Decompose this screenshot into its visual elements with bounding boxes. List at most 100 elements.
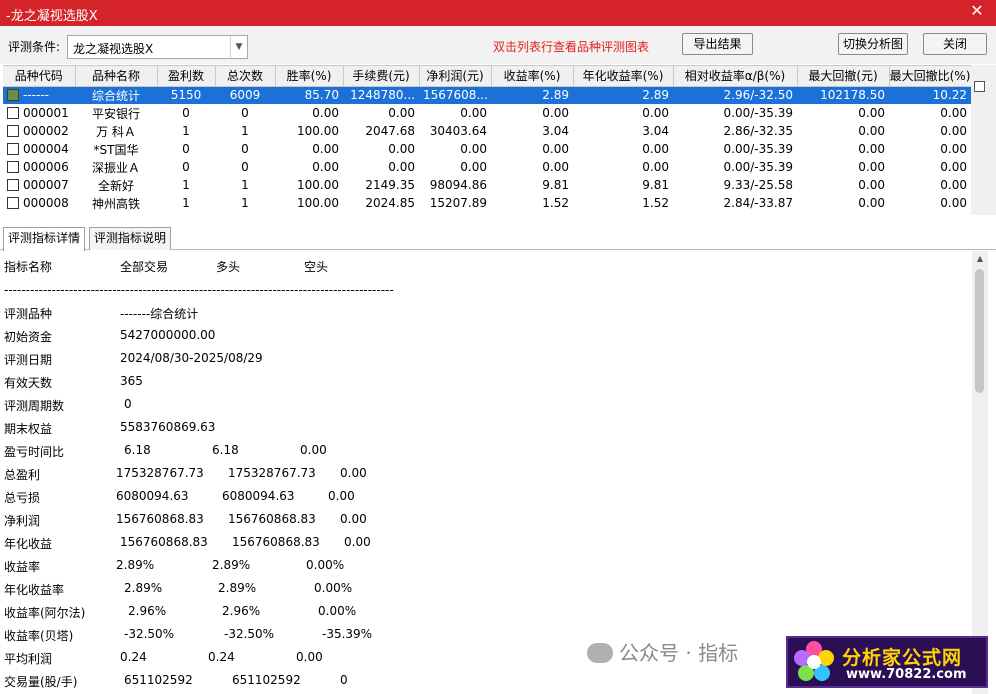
criteria-select-value: 龙之凝视选股X bbox=[73, 42, 154, 56]
cell-return: 0.00 bbox=[542, 142, 569, 156]
cell-max-drawdown: 0.00 bbox=[858, 160, 885, 174]
cell-annual-return: 1.52 bbox=[642, 196, 669, 210]
tab-indicator-explanation[interactable]: 评测指标说明 bbox=[89, 227, 172, 250]
column-header[interactable]: 总次数 bbox=[215, 66, 276, 87]
table-row[interactable]: 000007 全新好 1 1 100.00 2149.35 98094.86 9… bbox=[3, 176, 971, 194]
logo-title: 分析家公式网 bbox=[842, 647, 963, 669]
detail-row-value: 6080094.63 bbox=[116, 489, 189, 503]
detail-row-value: 6.18 bbox=[212, 443, 239, 457]
detail-row-label: 交易量(股/手) bbox=[4, 675, 78, 689]
column-header[interactable]: 盈利数 bbox=[157, 66, 216, 87]
column-header[interactable]: 品种名称 bbox=[75, 66, 158, 87]
window-title: -龙之凝视选股X bbox=[6, 9, 98, 24]
table-row-selected[interactable]: ------ 综合统计 5150 6009 85.70 1248780... 1… bbox=[3, 86, 971, 104]
detail-row-label: 盈亏时间比 bbox=[4, 445, 65, 459]
cell-max-drawdown-ratio: 0.00 bbox=[940, 142, 967, 156]
cell-code: 000008 bbox=[23, 196, 69, 210]
column-header[interactable]: 品种代码 bbox=[3, 66, 76, 87]
table-row[interactable]: 000001 平安银行 0 0 0.00 0.00 0.00 0.00 0.00… bbox=[3, 104, 971, 122]
cell-fee: 2024.85 bbox=[365, 196, 415, 210]
cell-code: 000004 bbox=[23, 142, 69, 156]
flower-logo-icon bbox=[794, 641, 834, 681]
detail-row-label: 期末权益 bbox=[4, 422, 53, 436]
cell-winrate: 100.00 bbox=[297, 196, 339, 210]
cell-profit: 30403.64 bbox=[429, 124, 487, 138]
cell-name: *ST国华 bbox=[93, 142, 139, 157]
cell-total: 1 bbox=[241, 124, 249, 138]
detail-scrollbar[interactable]: ▲ bbox=[972, 251, 988, 694]
criteria-select[interactable]: 龙之凝视选股X ▼ bbox=[67, 35, 248, 59]
wechat-watermark-text: 公众号 · 指标 bbox=[619, 641, 739, 665]
window-close-icon[interactable]: ✕ bbox=[968, 2, 986, 20]
detail-row-value: 156760868.83 bbox=[116, 512, 204, 526]
cell-code: 000007 bbox=[23, 178, 69, 192]
table-header-row: 品种代码 品种名称 盈利数 总次数 胜率(%) 手续费(元) 净利润(元) 收益… bbox=[3, 66, 971, 87]
cell-alpha-beta: 0.00/-35.39 bbox=[723, 106, 793, 120]
scroll-up-icon[interactable]: ▲ bbox=[972, 254, 988, 263]
cell-code: 000001 bbox=[23, 106, 69, 120]
results-table[interactable]: 品种代码 品种名称 盈利数 总次数 胜率(%) 手续费(元) 净利润(元) 收益… bbox=[3, 65, 971, 215]
cell-name: 万 科Ａ bbox=[96, 124, 136, 139]
switch-chart-button[interactable]: 切换分析图 bbox=[838, 33, 908, 55]
cell-profit: 0.00 bbox=[460, 160, 487, 174]
column-header[interactable]: 年化收益率(%) bbox=[573, 66, 674, 87]
cell-name: 全新好 bbox=[97, 178, 134, 193]
cell-total: 0 bbox=[241, 106, 249, 120]
detail-row-label: 评测日期 bbox=[4, 353, 53, 367]
column-header[interactable]: 相对收益率α/β(%) bbox=[673, 66, 798, 87]
tab-indicator-details[interactable]: 评测指标详情 bbox=[3, 227, 86, 251]
column-header[interactable]: 净利润(元) bbox=[419, 66, 492, 87]
detail-row-value: 156760868.83 bbox=[232, 535, 320, 549]
chevron-down-icon[interactable]: ▼ bbox=[230, 36, 247, 58]
cell-profit: 0.00 bbox=[460, 106, 487, 120]
cell-code: 000002 bbox=[23, 124, 69, 138]
cell-wins: 5150 bbox=[157, 86, 215, 104]
detail-row-label: 有效天数 bbox=[4, 376, 53, 390]
column-header[interactable]: 最大回撤比(%) bbox=[889, 66, 971, 87]
logo-url: www.70822.com bbox=[846, 667, 967, 682]
table-row[interactable]: 000006 深振业Ａ 0 0 0.00 0.00 0.00 0.00 0.00… bbox=[3, 158, 971, 176]
detail-separator: ----------------------------------------… bbox=[4, 283, 394, 297]
grid-side-panel bbox=[971, 65, 996, 215]
export-results-button[interactable]: 导出结果 bbox=[682, 33, 753, 55]
detail-header-all: 全部交易 bbox=[120, 260, 169, 274]
cell-max-drawdown-ratio: 0.00 bbox=[940, 160, 967, 174]
cell-annual-return: 0.00 bbox=[642, 160, 669, 174]
cell-total: 1 bbox=[241, 178, 249, 192]
detail-row-value: -32.50% bbox=[124, 627, 175, 641]
cell-annual-return: 3.04 bbox=[642, 124, 669, 138]
detail-row-value: -35.39% bbox=[322, 627, 373, 641]
cell-annual-return: 0.00 bbox=[642, 142, 669, 156]
table-row[interactable]: 000004 *ST国华 0 0 0.00 0.00 0.00 0.00 0.0… bbox=[3, 140, 971, 158]
detail-row-value: 6.18 bbox=[124, 443, 151, 457]
cell-wins: 1 bbox=[182, 196, 190, 210]
cell-profit: 15207.89 bbox=[429, 196, 487, 210]
cell-profit: 0.00 bbox=[460, 142, 487, 156]
document-icon bbox=[7, 125, 19, 137]
detail-row-value: 0.00% bbox=[314, 581, 353, 595]
cell-total: 1 bbox=[241, 196, 249, 210]
cell-max-drawdown: 0.00 bbox=[858, 142, 885, 156]
column-header[interactable]: 手续费(元) bbox=[343, 66, 420, 87]
detail-row-label: 评测品种 bbox=[4, 307, 53, 321]
detail-row-value: 5427000000.00 bbox=[120, 328, 216, 342]
cell-alpha-beta: 2.86/-32.35 bbox=[723, 124, 793, 138]
close-button[interactable]: 关闭 bbox=[923, 33, 987, 55]
cell-wins: 0 bbox=[182, 160, 190, 174]
document-icon bbox=[7, 197, 19, 209]
scrollbar-thumb[interactable] bbox=[975, 269, 984, 393]
column-header[interactable]: 最大回撤(元) bbox=[797, 66, 890, 87]
cell-alpha-beta: 2.84/-33.87 bbox=[723, 196, 793, 210]
cell-return: 0.00 bbox=[542, 106, 569, 120]
cell-fee: 1248780... bbox=[343, 86, 419, 104]
table-row[interactable]: 000008 神州高铁 1 1 100.00 2024.85 15207.89 … bbox=[3, 194, 971, 212]
cell-wins: 0 bbox=[182, 106, 190, 120]
column-header[interactable]: 胜率(%) bbox=[275, 66, 344, 87]
detail-row-label: 年化收益率 bbox=[4, 583, 65, 597]
detail-row-value: 0.24 bbox=[208, 650, 235, 664]
cell-return: 3.04 bbox=[542, 124, 569, 138]
column-header[interactable]: 收益率(%) bbox=[491, 66, 574, 87]
grid-option-checkbox[interactable] bbox=[974, 81, 985, 92]
table-row[interactable]: 000002 万 科Ａ 1 1 100.00 2047.68 30403.64 … bbox=[3, 122, 971, 140]
cell-alpha-beta: 2.96/-32.50 bbox=[673, 86, 797, 104]
